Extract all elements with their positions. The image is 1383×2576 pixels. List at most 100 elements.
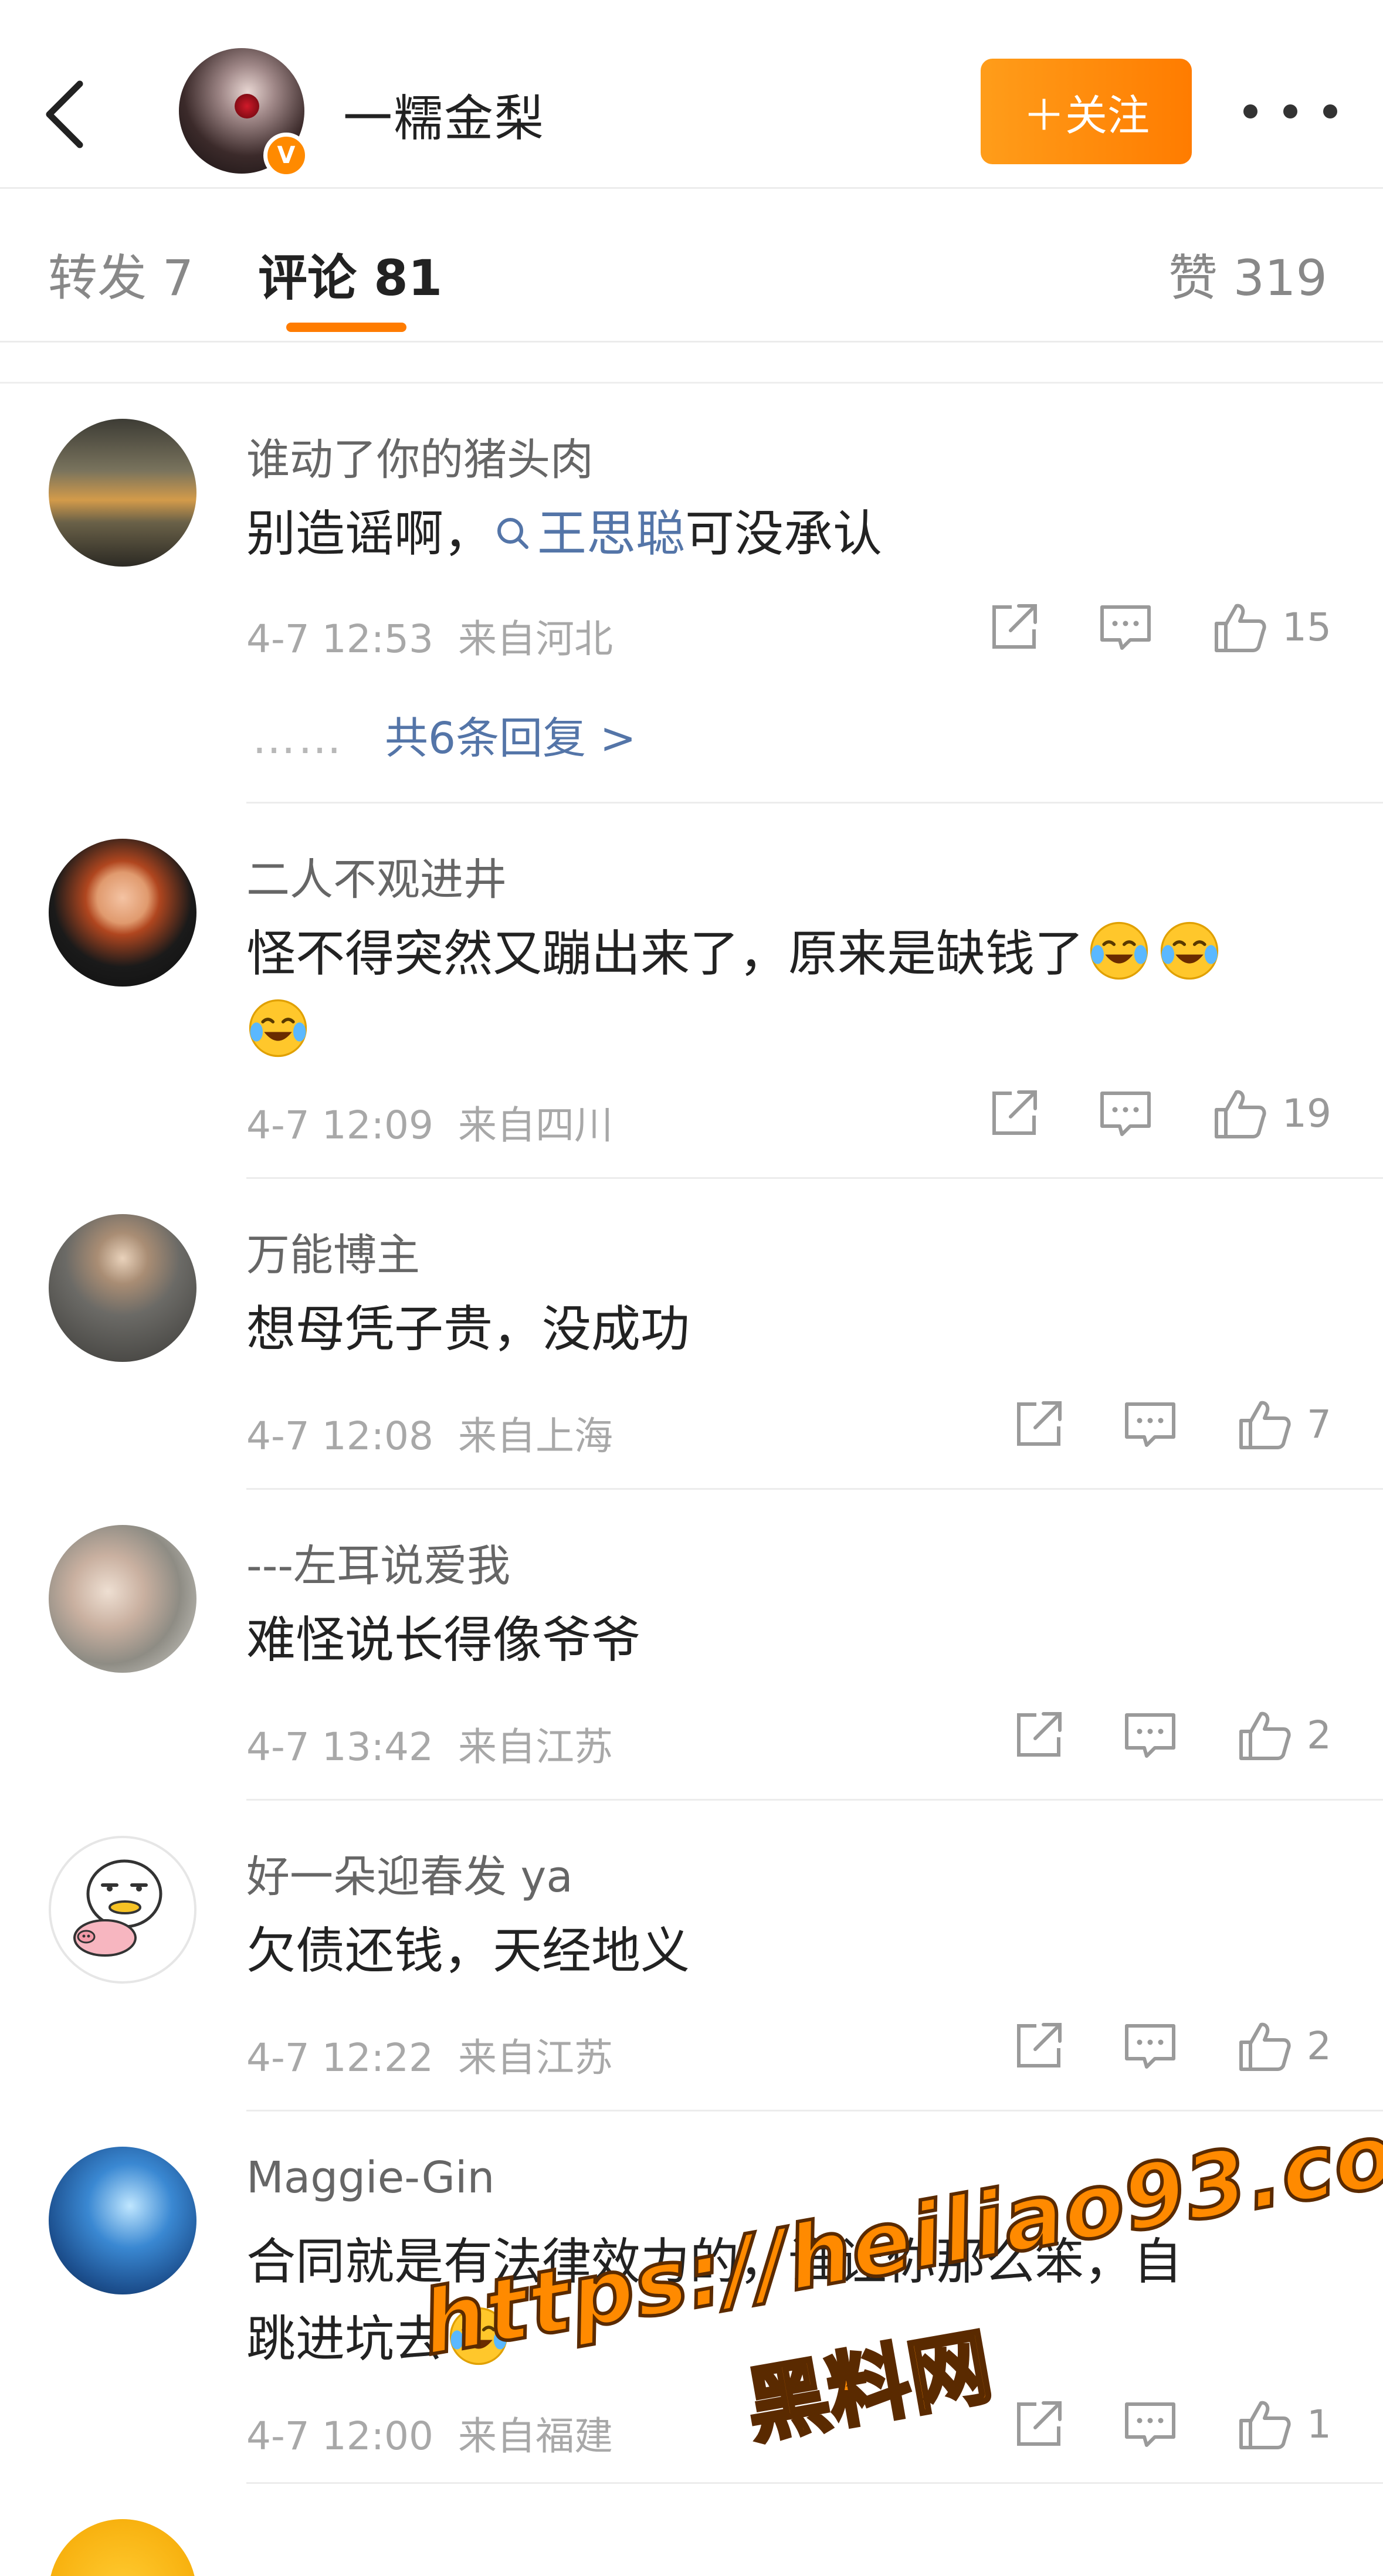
like-button[interactable]: 1 (1235, 2395, 1331, 2453)
share-button[interactable] (985, 1084, 1043, 1143)
comment-text: 怪不得突然又蹦出来了，原来是缺钱了 (246, 915, 1337, 1070)
comment-location: 来自四川 (457, 1103, 613, 1148)
more-icon[interactable] (1243, 94, 1337, 129)
follow-button[interactable]: ＋关注 (981, 59, 1192, 164)
comment-meta: 4-7 12:09 来自四川 (246, 1094, 613, 1150)
comment-text: 合同就是有法律效力的，谁让你那么笨，自 跳进坑去 (246, 2223, 1337, 2378)
reply-button[interactable] (1096, 1084, 1155, 1143)
back-arrow-icon (46, 80, 83, 148)
comment-item: Maggie-Gin 合同就是有法律效力的，谁让你那么笨，自 跳进坑去 4-7 1… (0, 2111, 1383, 2484)
share-icon (1017, 2401, 1062, 2446)
like-button[interactable]: 2 (1235, 2016, 1331, 2075)
comment-location: 来自江苏 (457, 1724, 613, 1770)
back-button[interactable] (32, 70, 97, 158)
view-replies-link[interactable]: …… 共6条回复 > (252, 703, 636, 766)
comment-text-line: 跳进坑去 (246, 2310, 444, 2368)
avatar-rose-detail (235, 94, 259, 118)
comment-icon (1125, 2024, 1175, 2069)
comment-location: 来自河北 (457, 616, 613, 662)
search-icon (497, 518, 529, 549)
share-icon (1017, 2023, 1062, 2067)
comment-username[interactable]: 万能博主 (246, 1220, 420, 1283)
reply-button[interactable] (1096, 598, 1155, 656)
comment-username[interactable]: 好一朵迎春发 ya (246, 1842, 573, 1904)
avatar[interactable] (49, 2519, 196, 2576)
tab-comments[interactable]: 评论 81 (258, 239, 442, 310)
comment-meta: 4-7 12:53 来自河北 (246, 608, 613, 664)
share-icon (992, 1090, 1038, 1135)
like-icon (1215, 604, 1266, 652)
share-button[interactable] (985, 598, 1043, 656)
avatar[interactable] (49, 2147, 196, 2294)
share-button[interactable] (1009, 2395, 1068, 2453)
like-icon (1239, 1401, 1291, 1449)
reply-button[interactable] (1121, 1395, 1179, 1453)
comment-item: ---左耳说爱我 难怪说长得像爷爷 4-7 13:42 来自江苏 2 (0, 1490, 1383, 1801)
comment-item: 好一朵迎春发 ya 欠债还钱，天经地义 4-7 12:22 来自江苏 2 (0, 1801, 1383, 2111)
comment-text: 难怪说长得像爷爷 (246, 1611, 641, 1669)
like-button[interactable]: 2 (1235, 1706, 1331, 1764)
top-bar: V 一糯金梨 ＋关注 (0, 0, 1383, 189)
comment-icon (1125, 1402, 1175, 1447)
laugh-cry-emoji-icon (449, 2307, 508, 2365)
verified-icon: V (263, 133, 309, 178)
comment-time: 4-7 12:53 (246, 616, 433, 662)
like-button[interactable]: 19 (1211, 1084, 1331, 1143)
laugh-cry-emoji-icon (249, 999, 307, 1057)
avatar[interactable] (49, 1836, 196, 1984)
share-button[interactable] (1009, 2016, 1068, 2075)
share-button[interactable] (1009, 1395, 1068, 1453)
like-icon (1215, 1090, 1266, 1138)
like-button[interactable]: 7 (1235, 1395, 1331, 1453)
comment-username[interactable]: 谁动了你的猪头肉 (246, 425, 594, 487)
comment-text: 欠债还钱，天经地义 (246, 1922, 690, 1980)
avatar[interactable] (49, 1214, 196, 1362)
tab-forward[interactable]: 转发 7 (48, 239, 194, 310)
share-button[interactable] (1009, 1706, 1068, 1764)
comment-actions: 1 (1009, 2395, 1331, 2453)
reply-button[interactable] (1121, 2016, 1179, 2075)
comment-text-line: 合同就是有法律效力的，谁让你那么笨，自 (246, 2233, 1183, 2290)
comment-time: 4-7 12:22 (246, 2035, 433, 2080)
like-icon (1239, 1711, 1291, 1760)
avatar[interactable] (49, 419, 196, 567)
like-icon (1239, 2022, 1291, 2071)
next-comment-partial (0, 2484, 1383, 2576)
profile-name[interactable]: 一糯金梨 (343, 79, 545, 150)
share-icon (992, 604, 1038, 649)
share-icon (1017, 1712, 1062, 1757)
like-count: 7 (1307, 1401, 1331, 1447)
tab-likes[interactable]: 赞 319 (1168, 239, 1327, 310)
comment-location: 来自福建 (457, 2414, 613, 2459)
laugh-cry-emoji-icon (1160, 921, 1219, 980)
comment-item: 万能博主 想母凭子贵，没成功 4-7 12:08 来自上海 7 (0, 1179, 1383, 1490)
comment-username[interactable]: ---左耳说爱我 (246, 1531, 510, 1594)
like-button[interactable]: 15 (1211, 598, 1331, 656)
comment-time: 4-7 12:09 (246, 1103, 433, 1148)
mention-link[interactable]: 王思聪 (493, 505, 685, 562)
replies-count: 共6条回复 > (385, 713, 636, 764)
comment-username[interactable]: Maggie-Gin (246, 2153, 494, 2203)
profile-avatar[interactable]: V (179, 48, 309, 178)
comment-actions: 2 (1009, 1706, 1331, 1764)
comment-icon (1125, 2402, 1175, 2447)
reply-button[interactable] (1121, 1706, 1179, 1764)
laugh-cry-emoji-icon (1090, 921, 1148, 980)
comment-location: 来自江苏 (457, 2035, 613, 2080)
replies-dots: …… (252, 713, 344, 764)
like-icon (1239, 2401, 1291, 2449)
like-count: 1 (1307, 2401, 1331, 2447)
comment-actions: 7 (1009, 1395, 1331, 1453)
comment-text-part: 怪不得突然又蹦出来了，原来是缺钱了 (246, 925, 1084, 982)
comment-time: 4-7 12:00 (246, 2414, 433, 2459)
comment-time: 4-7 12:08 (246, 1414, 433, 1459)
comment-icon (1100, 605, 1151, 650)
reply-button[interactable] (1121, 2395, 1179, 2453)
avatar[interactable] (49, 839, 196, 987)
mention-name: 王思聪 (537, 505, 686, 562)
comment-time: 4-7 13:42 (246, 1724, 433, 1770)
like-count: 15 (1282, 604, 1331, 650)
comment-username[interactable]: 二人不观进井 (246, 845, 507, 907)
avatar[interactable] (49, 1525, 196, 1673)
comment-text-part: 别造谣啊， (246, 505, 493, 562)
